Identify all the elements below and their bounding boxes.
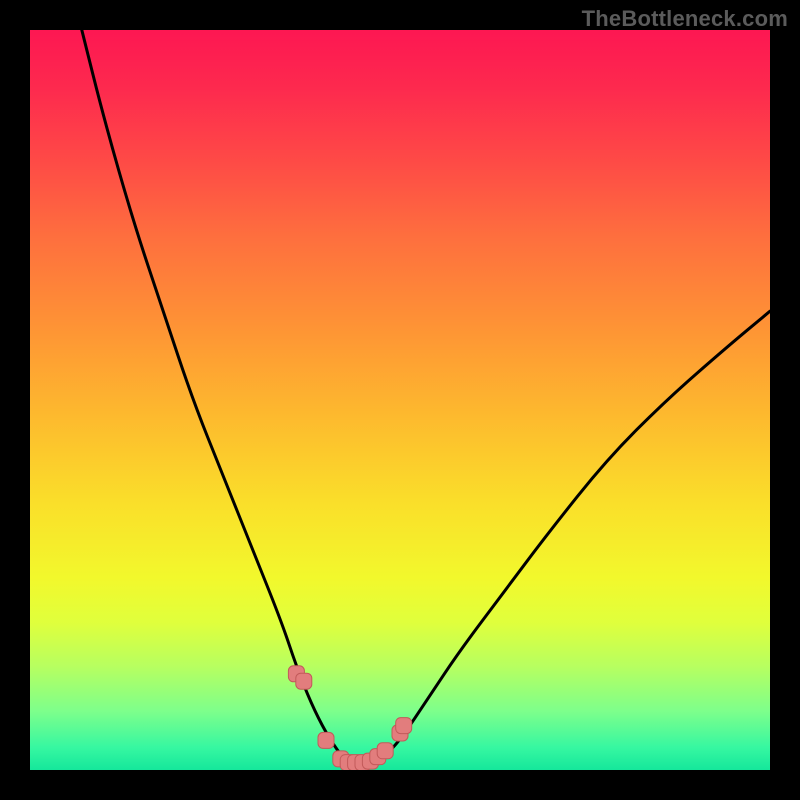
recommendation-marker [396,718,412,734]
recommendation-marker [296,673,312,689]
recommendation-marker [318,732,334,748]
recommendation-marker [377,743,393,759]
watermark-text: TheBottleneck.com [582,6,788,32]
chart-root: TheBottleneck.com [0,0,800,800]
plot-svg [30,30,770,770]
recommendation-markers-group [288,666,411,770]
plot-area [30,30,770,770]
bottleneck-curve [82,30,770,763]
